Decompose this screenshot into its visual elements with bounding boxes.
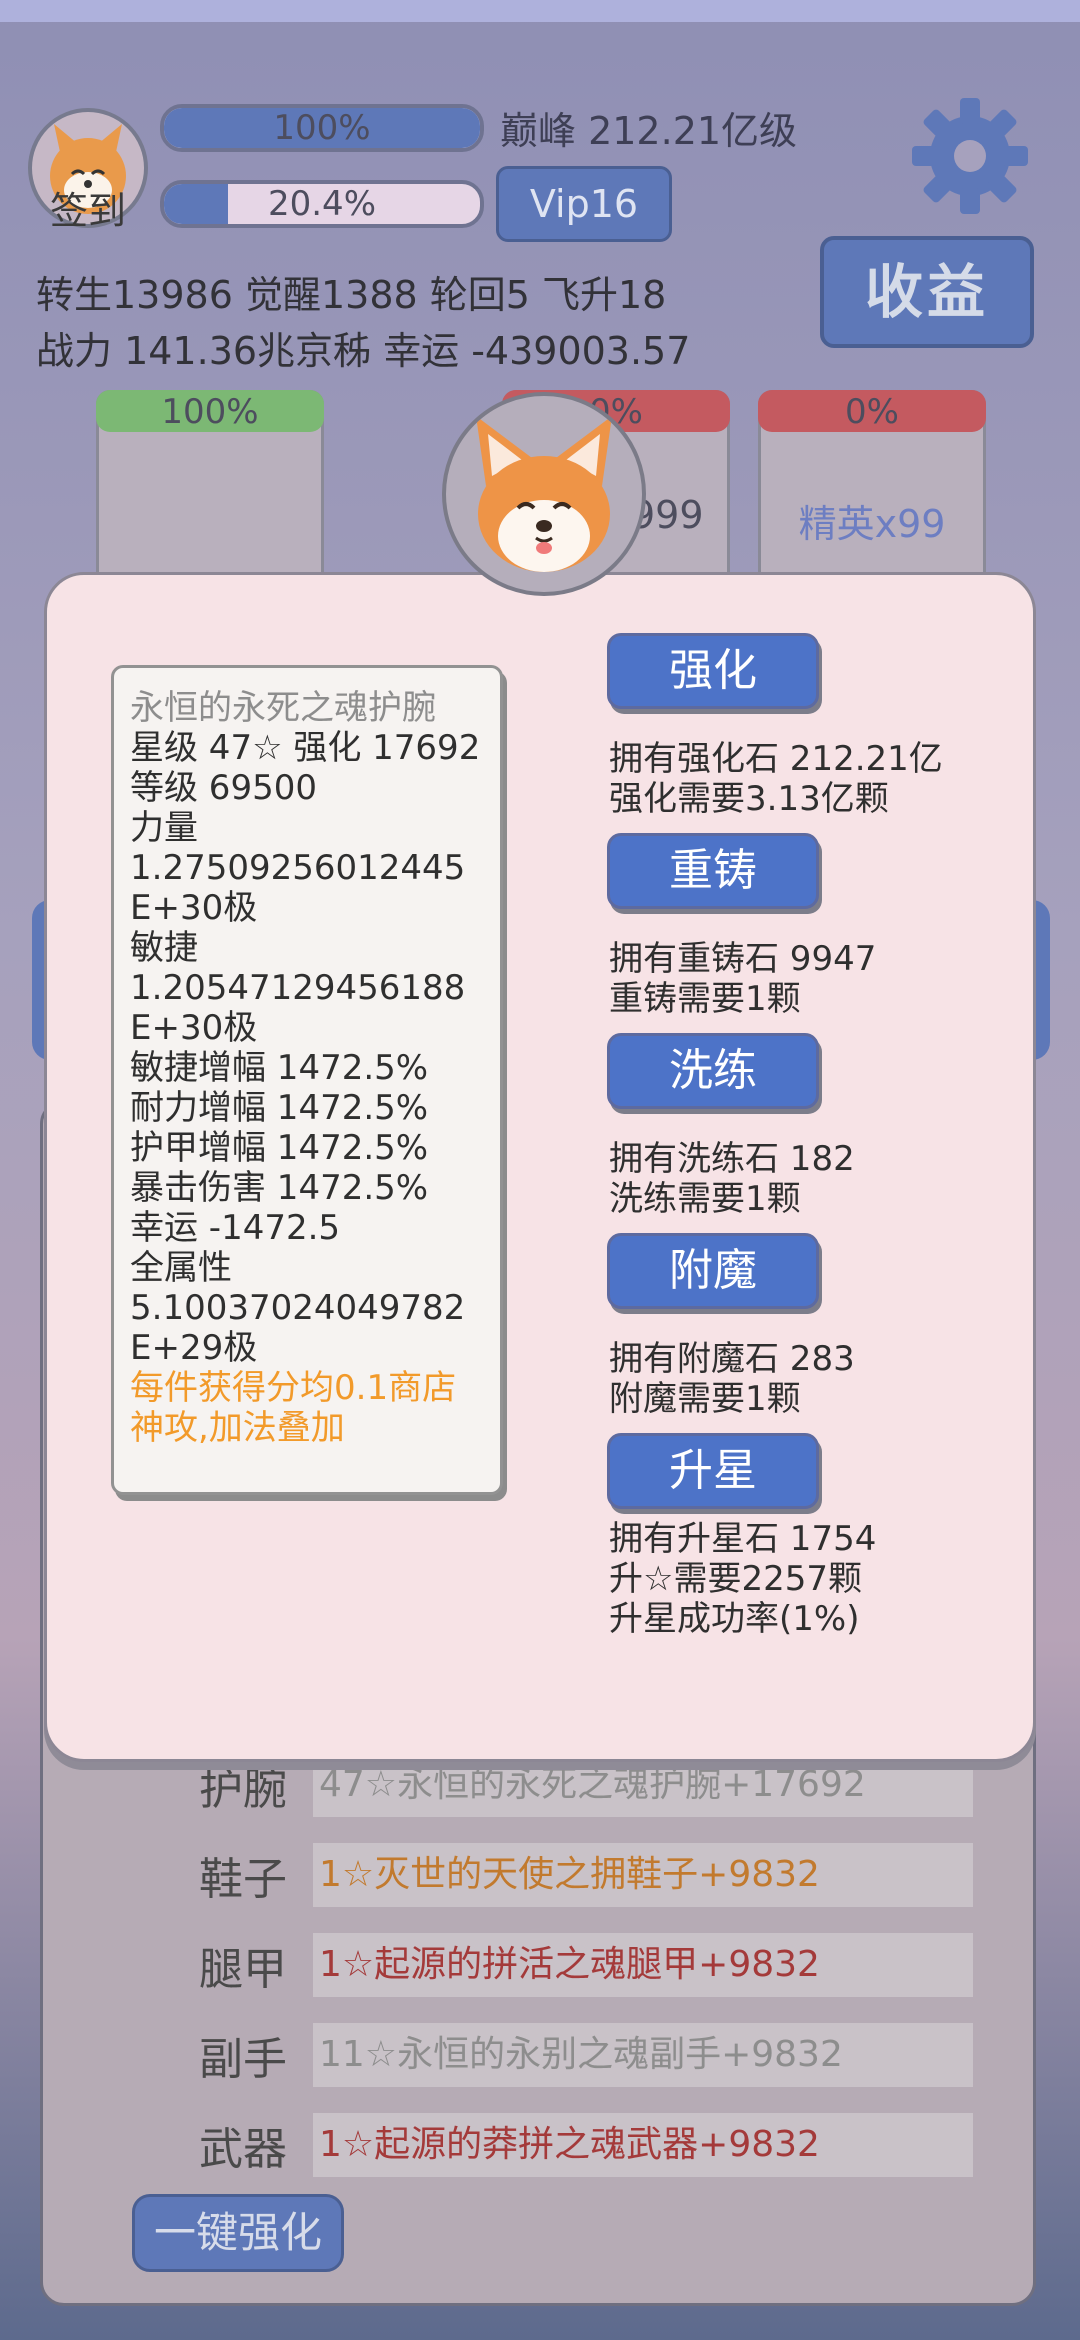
equip-slot-label: 武器 <box>199 2124 287 2175</box>
equip-slot-value[interactable]: 11☆永恒的永别之魂副手+9832 <box>313 2023 973 2087</box>
equip-slot-value[interactable]: 1☆起源的拼活之魂腿甲+9832 <box>313 1933 973 1997</box>
equip-slot-label: 护腕 <box>199 1764 287 1815</box>
vip-button[interactable]: Vip16 <box>496 166 672 242</box>
item-stats-card: 永恒的永死之魂护腕 星级 47☆ 强化 17692 等级 69500 力量 1.… <box>111 665 503 1495</box>
stage-tile[interactable]: 100% <box>96 390 324 596</box>
item-stat-line: 星级 47☆ 强化 17692 <box>130 728 481 768</box>
equip-row[interactable]: 鞋子 1☆灭世的天使之拥鞋子+9832 <box>193 1843 973 1907</box>
one-key-enhance-button[interactable]: 一键强化 <box>132 2194 344 2272</box>
enhance-stones-needed: 强化需要3.13亿颗 <box>609 779 889 819</box>
equip-row[interactable]: 武器 1☆起源的莽拼之魂武器+9832 <box>193 2113 973 2177</box>
item-stat-line: 敏捷增幅 1472.5% <box>130 1048 429 1088</box>
refine-stones-needed: 洗练需要1颗 <box>609 1179 801 1219</box>
item-name: 永恒的永死之魂护腕 <box>130 688 436 728</box>
rebirth-stats: 转生13986 觉醒1388 轮回5 飞升18 <box>36 273 667 317</box>
star-success-rate: 升星成功率(1%) <box>609 1599 860 1639</box>
item-note: 每件获得分均0.1商店神攻,加法叠加 <box>130 1368 457 1448</box>
item-stat-line: 幸运 -1472.5 <box>130 1208 341 1248</box>
corgi-mascot-icon <box>476 416 612 572</box>
power-stats: 战力 141.36兆京秭 幸运 -439003.57 <box>36 329 691 373</box>
exp-progress-text: 100% <box>273 108 371 148</box>
star-stones-owned: 拥有升星石 1754 <box>609 1519 877 1559</box>
enhance-stones-owned: 拥有强化石 212.21亿 <box>609 739 943 779</box>
sub-progress-bar: 20.4% <box>160 180 484 228</box>
equip-slot-value[interactable]: 1☆起源的莽拼之魂武器+9832 <box>313 2113 973 2177</box>
equipment-detail-modal: 永恒的永死之魂护腕 星级 47☆ 强化 17692 等级 69500 力量 1.… <box>44 572 1036 1762</box>
star-up-button[interactable]: 升星 <box>607 1433 819 1509</box>
item-stat-line: 等级 69500 <box>130 768 317 808</box>
item-stat-line: 力量 <box>130 808 198 848</box>
elite-tile-label: 精英x99 <box>798 502 946 546</box>
mascot[interactable] <box>442 392 646 596</box>
elite-tile-progress: 0% <box>758 390 986 432</box>
equip-slot-value[interactable]: 1☆灭世的天使之拥鞋子+9832 <box>313 1843 973 1907</box>
enchant-button[interactable]: 附魔 <box>607 1233 819 1309</box>
gear-icon[interactable] <box>910 96 1030 216</box>
income-button[interactable]: 收益 <box>820 236 1034 348</box>
stage-tile-progress: 100% <box>96 390 324 432</box>
enchant-stones-needed: 附魔需要1颗 <box>609 1379 801 1419</box>
equip-slot-label: 腿甲 <box>199 1944 287 1995</box>
enhance-button[interactable]: 强化 <box>607 633 819 709</box>
status-bar <box>0 0 1080 22</box>
sign-in-label[interactable]: 签到 <box>28 180 148 235</box>
exp-progress-bar: 100% <box>160 104 484 152</box>
item-stat-line: 耐力增幅 1472.5% <box>130 1088 429 1128</box>
item-stat-line: 1.20547129456188E+30极 <box>130 968 466 1048</box>
recast-stones-owned: 拥有重铸石 9947 <box>609 939 877 979</box>
star-stones-needed: 升☆需要2257颗 <box>609 1559 863 1599</box>
item-stat-line: 全属性 <box>130 1248 232 1288</box>
equip-slot-label: 鞋子 <box>199 1854 287 1905</box>
enchant-stones-owned: 拥有附魔石 283 <box>609 1339 855 1379</box>
recast-button[interactable]: 重铸 <box>607 833 819 909</box>
refine-stones-owned: 拥有洗练石 182 <box>609 1139 855 1179</box>
sub-progress-text: 20.4% <box>267 184 376 224</box>
item-stat-line: 护甲增幅 1472.5% <box>130 1128 429 1168</box>
recast-stones-needed: 重铸需要1颗 <box>609 979 801 1019</box>
elite-tile[interactable]: 0% 精英x99 <box>758 390 986 596</box>
equip-row[interactable]: 护腕 47☆永恒的永死之魂护腕+17692 <box>193 1753 973 1817</box>
refine-button[interactable]: 洗练 <box>607 1033 819 1109</box>
equip-row[interactable]: 副手 11☆永恒的永别之魂副手+9832 <box>193 2023 973 2087</box>
equip-row[interactable]: 腿甲 1☆起源的拼活之魂腿甲+9832 <box>193 1933 973 1997</box>
equip-slot-value[interactable]: 47☆永恒的永死之魂护腕+17692 <box>313 1753 973 1817</box>
equip-slot-label: 副手 <box>199 2034 287 2085</box>
item-stat-line: 5.10037024049782E+29极 <box>130 1288 466 1368</box>
item-stat-line: 暴击伤害 1472.5% <box>130 1168 429 1208</box>
item-stat-line: 1.27509256012445E+30极 <box>130 848 466 928</box>
level-text: 巅峰 212.21亿级 <box>500 109 798 153</box>
item-stat-line: 敏捷 <box>130 928 198 968</box>
